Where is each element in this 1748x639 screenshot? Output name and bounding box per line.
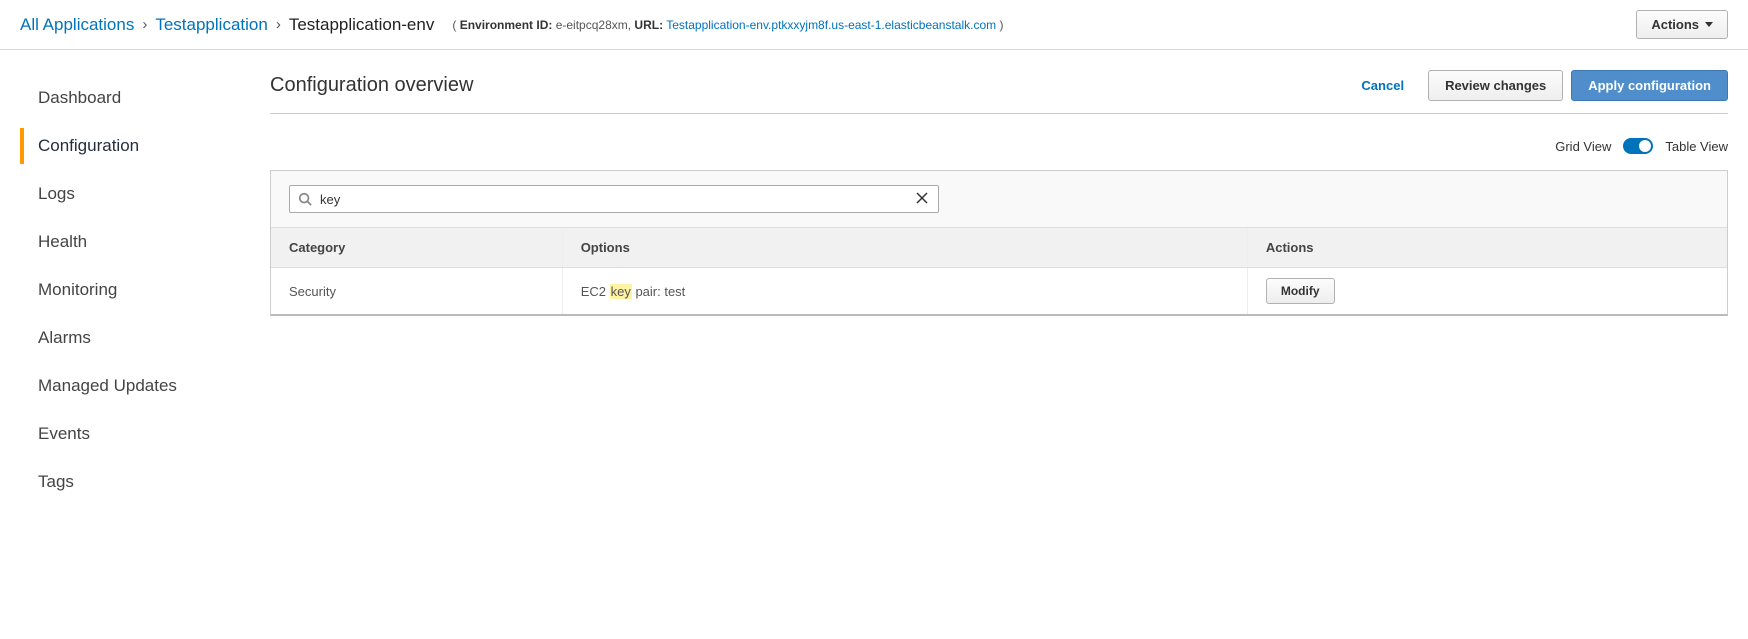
- cell-actions: Modify: [1247, 268, 1727, 315]
- configuration-table: Category Options Actions Security EC2 ke…: [271, 227, 1727, 314]
- grid-view-label: Grid View: [1555, 139, 1611, 154]
- content: Configuration overview Cancel Review cha…: [270, 70, 1728, 512]
- col-header-category: Category: [271, 228, 562, 268]
- page-title: Configuration overview: [270, 74, 473, 97]
- col-header-actions: Actions: [1247, 228, 1727, 268]
- clear-search-icon[interactable]: [914, 191, 930, 207]
- search-icon: [298, 192, 312, 206]
- sidebar-item-logs[interactable]: Logs: [20, 176, 270, 212]
- sidebar-item-configuration[interactable]: Configuration: [20, 128, 270, 164]
- configuration-panel: Category Options Actions Security EC2 ke…: [270, 170, 1728, 316]
- apply-configuration-button[interactable]: Apply configuration: [1571, 70, 1728, 101]
- cell-options: EC2 key pair: test: [562, 268, 1247, 315]
- chevron-right-icon: ›: [276, 16, 281, 33]
- sidebar-item-managed-updates[interactable]: Managed Updates: [20, 368, 270, 404]
- env-url-link[interactable]: Testapplication-env.ptkxxyjm8f.us-east-1…: [666, 18, 996, 32]
- caret-down-icon: [1705, 22, 1713, 27]
- option-text-suffix: pair: test: [632, 284, 685, 299]
- sidebar-item-monitoring[interactable]: Monitoring: [20, 272, 270, 308]
- search-box: [289, 185, 939, 213]
- option-text-prefix: EC2: [581, 284, 610, 299]
- sidebar-item-alarms[interactable]: Alarms: [20, 320, 270, 356]
- actions-dropdown-button[interactable]: Actions: [1636, 10, 1728, 39]
- modify-button[interactable]: Modify: [1266, 278, 1335, 304]
- sidebar-item-health[interactable]: Health: [20, 224, 270, 260]
- search-row: [271, 171, 1727, 227]
- sidebar-item-events[interactable]: Events: [20, 416, 270, 452]
- chevron-right-icon: ›: [142, 16, 147, 33]
- sidebar-item-dashboard[interactable]: Dashboard: [20, 80, 270, 116]
- view-toggle-switch[interactable]: [1623, 138, 1653, 154]
- col-header-options: Options: [562, 228, 1247, 268]
- sidebar-item-tags[interactable]: Tags: [20, 464, 270, 500]
- top-row: All Applications › Testapplication › Tes…: [0, 0, 1748, 50]
- cell-category: Security: [271, 268, 562, 315]
- environment-meta: ( Environment ID: e-eitpcq28xm, URL: Tes…: [452, 18, 1003, 32]
- crumb-all-applications[interactable]: All Applications: [20, 15, 134, 35]
- view-toggle-row: Grid View Table View: [270, 114, 1728, 170]
- table-row: Security EC2 key pair: test Modify: [271, 268, 1727, 315]
- sidebar: Dashboard Configuration Logs Health Moni…: [20, 70, 270, 512]
- search-input[interactable]: [312, 192, 914, 207]
- crumb-application[interactable]: Testapplication: [155, 15, 267, 35]
- toggle-knob: [1639, 140, 1651, 152]
- option-highlight: key: [610, 284, 632, 299]
- env-id-label: Environment ID:: [460, 18, 553, 32]
- breadcrumb: All Applications › Testapplication › Tes…: [20, 15, 1004, 35]
- review-changes-button[interactable]: Review changes: [1428, 70, 1563, 101]
- env-url-label: URL:: [634, 18, 663, 32]
- actions-button-label: Actions: [1651, 17, 1699, 32]
- cancel-button[interactable]: Cancel: [1345, 71, 1420, 100]
- table-view-label: Table View: [1665, 139, 1728, 154]
- crumb-environment: Testapplication-env: [289, 15, 435, 35]
- env-id-value: e-eitpcq28xm: [556, 18, 628, 32]
- page-header: Configuration overview Cancel Review cha…: [270, 70, 1728, 114]
